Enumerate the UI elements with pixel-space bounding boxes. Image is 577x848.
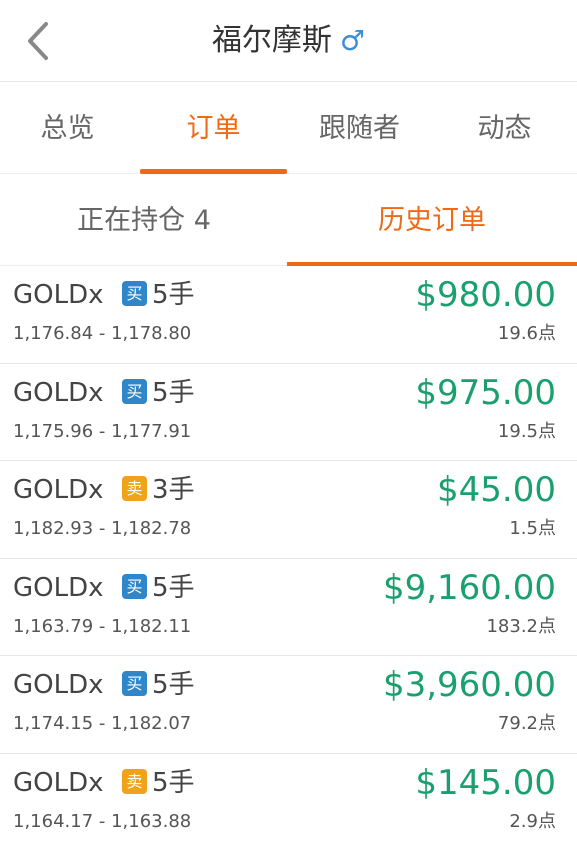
tab-overview[interactable]: 总览 [0,83,135,173]
order-row[interactable]: GOLDx 卖 5手 1,164.17 - 1,163.88 $145.00 2.9点 [0,753,577,848]
buy-badge: 买 [122,281,147,306]
male-gender-icon: ♂ [339,24,366,57]
order-lots: 5手 [152,767,195,798]
subtab-open-positions[interactable]: 正在持仓 4 [0,174,288,266]
order-symbol: GOLDx [13,377,104,408]
order-row[interactable]: GOLDx 买 5手 1,163.79 - 1,182.11 $9,160.00 183.… [0,558,577,656]
order-points: 19.6点 [497,323,556,344]
order-profit: $45.00 [437,470,556,510]
order-lots: 5手 [152,670,195,700]
order-profit: $980.00 [415,275,556,315]
order-lots: 5手 [152,377,195,408]
top-bar: 福尔摩斯 ♂ [0,0,577,82]
order-points: 1.5点 [509,518,556,539]
sell-badge: 卖 [122,476,147,501]
sell-badge: 卖 [122,768,147,794]
order-symbol: GOLDx [13,767,104,798]
page-title: 福尔摩斯 ♂ [0,20,577,62]
order-points: 2.9点 [509,810,556,832]
order-symbol: GOLDx [13,475,104,505]
order-profit: $9,160.00 [382,567,556,608]
buy-badge: 买 [122,671,147,696]
order-lots: 5手 [152,572,195,603]
order-row[interactable]: GOLDx 买 5手 1,176.84 - 1,178.80 $980.00 19.6点 [0,266,577,364]
order-points: 19.5点 [497,420,556,442]
main-tabs: 总览 订单 跟随者 动态 [0,83,577,174]
tab-orders[interactable]: 订单 [140,83,287,173]
order-row[interactable]: GOLDx 买 5手 1,174.15 - 1,182.07 $3,960.00 79.2… [0,656,577,754]
order-row[interactable]: GOLDx 卖 3手 1,182.93 - 1,182.78 $45.00 1.5点 [0,461,577,559]
order-row[interactable]: GOLDx 买 5手 1,175.96 - 1,177.91 $975.00 19.5点 [0,363,577,461]
tab-activity[interactable]: 动态 [432,83,577,173]
order-price-range: 1,164.17 - 1,163.88 [13,810,192,832]
order-points: 183.2点 [486,615,556,637]
order-subtabs: 正在持仓 4 历史订单 [0,174,577,267]
buy-badge: 买 [122,378,147,404]
order-symbol: GOLDx [13,572,104,603]
order-lots: 3手 [152,475,195,505]
subtab-order-history[interactable]: 历史订单 [288,174,576,266]
order-profit: $975.00 [415,372,556,413]
order-profit: $3,960.00 [382,665,556,705]
order-price-range: 1,176.84 - 1,178.80 [13,323,192,344]
order-price-range: 1,174.15 - 1,182.07 [13,713,192,734]
trader-name: 福尔摩斯 [211,23,332,58]
order-price-range: 1,175.96 - 1,177.91 [13,420,192,442]
order-points: 79.2点 [497,713,556,734]
order-price-range: 1,182.93 - 1,182.78 [13,518,192,539]
tab-followers[interactable]: 跟随者 [287,83,432,173]
buy-badge: 买 [122,573,147,599]
order-lots: 5手 [152,280,195,310]
order-price-range: 1,163.79 - 1,182.11 [13,615,192,637]
order-history-list: GOLDx 买 5手 1,176.84 - 1,178.80 $980.00 19.6点 G… [0,266,577,848]
order-symbol: GOLDx [13,670,104,700]
order-profit: $145.00 [415,762,556,803]
order-symbol: GOLDx [13,280,104,310]
